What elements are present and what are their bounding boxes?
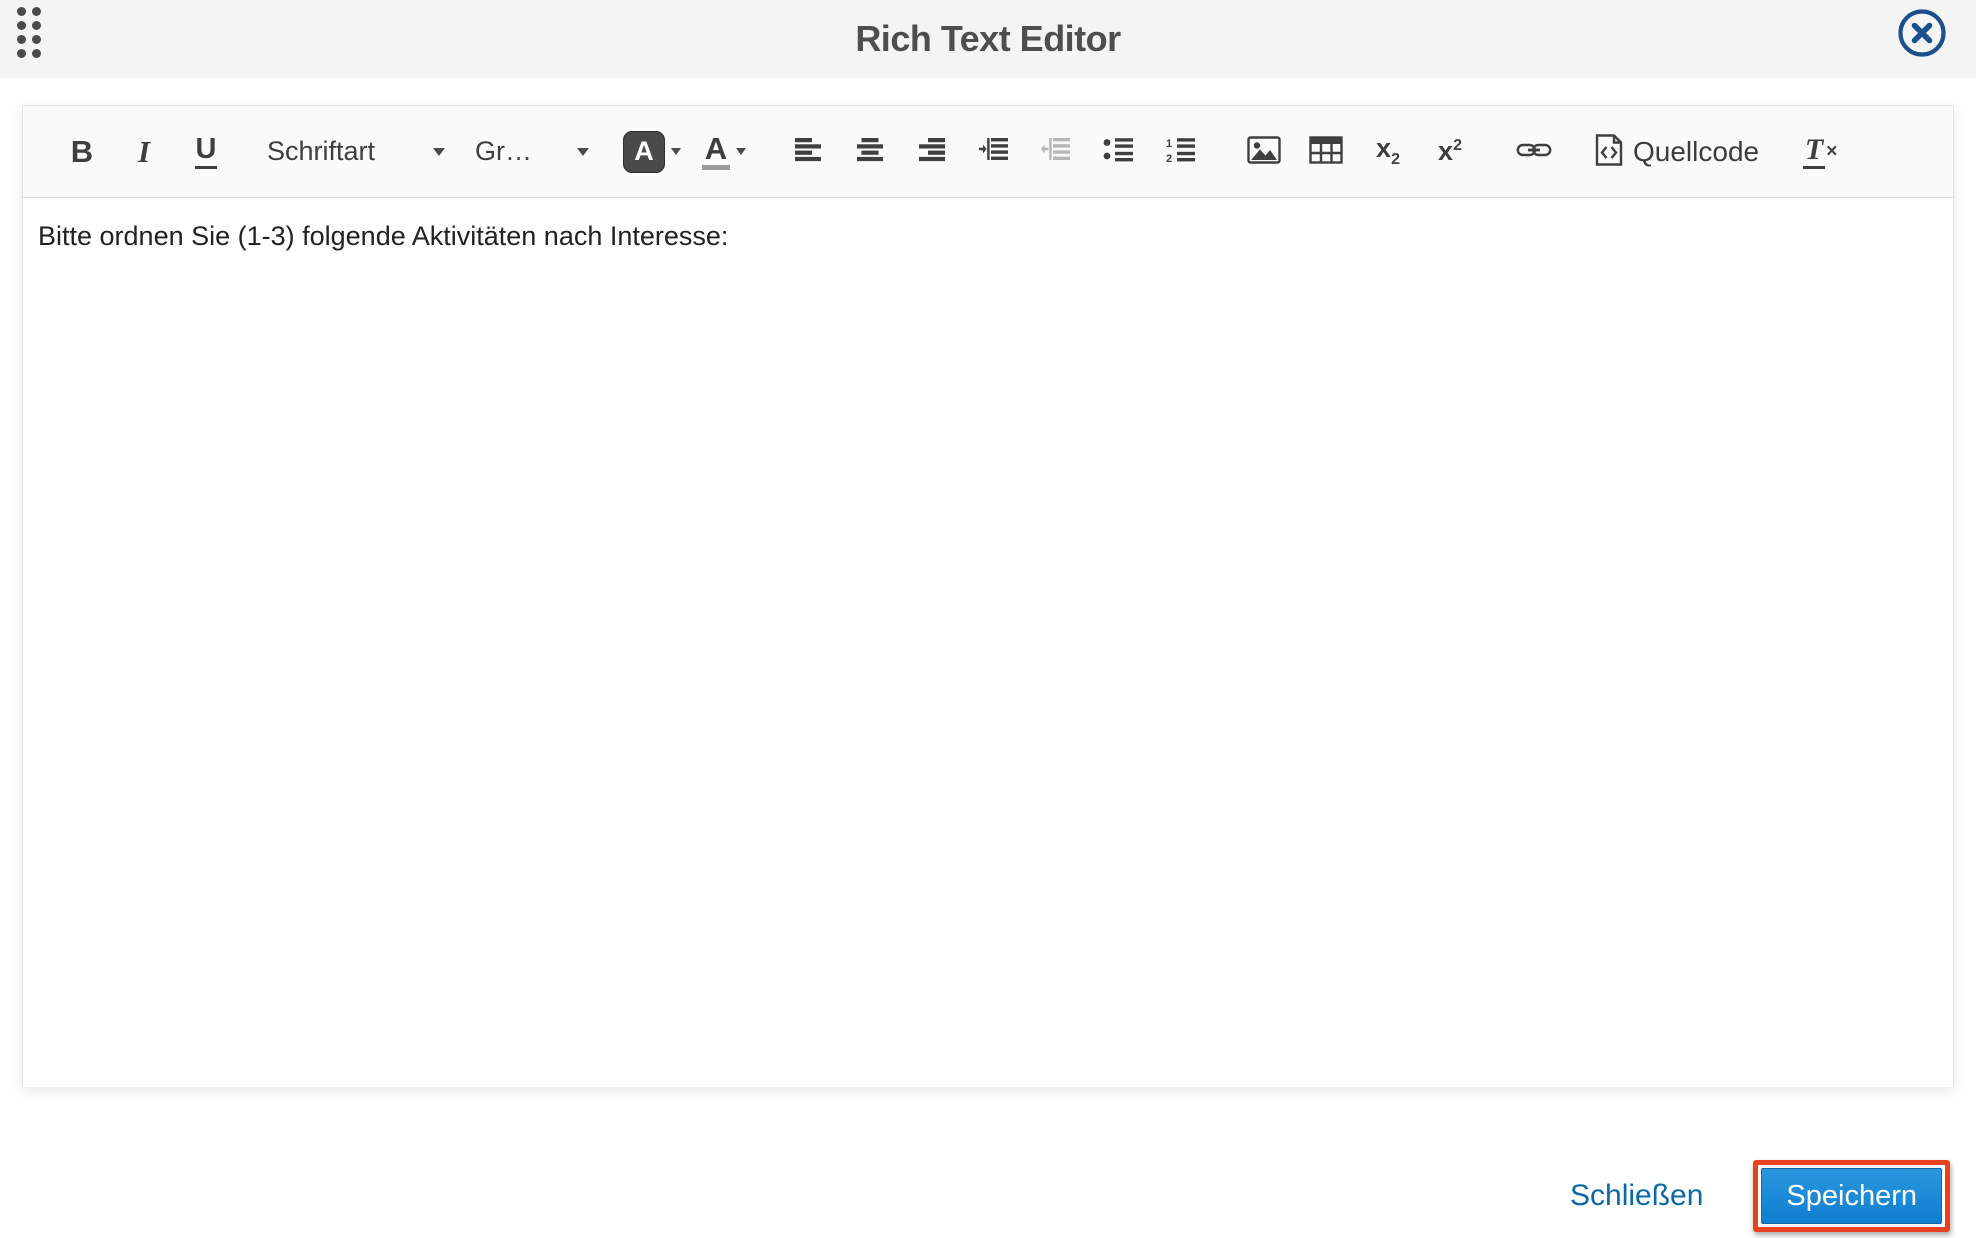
align-left-icon: [794, 137, 822, 166]
svg-text:2: 2: [1166, 153, 1172, 163]
insert-table-button[interactable]: [1303, 124, 1349, 180]
save-button-highlight: Speichern: [1753, 1160, 1950, 1232]
align-center-button[interactable]: [847, 124, 893, 180]
bullet-list-button[interactable]: [1095, 124, 1141, 180]
font-family-dropdown[interactable]: Schriftart: [267, 124, 445, 180]
text-color-icon: A: [701, 133, 731, 170]
editor-content-area[interactable]: Bitte ordnen Sie (1-3) folgende Aktivitä…: [23, 198, 1953, 1087]
italic-icon: I: [137, 133, 151, 169]
chevron-down-icon: [433, 147, 445, 156]
remove-format-icon: T: [1802, 134, 1826, 169]
subscript-button[interactable]: x2: [1365, 124, 1411, 180]
chevron-down-icon: [577, 147, 589, 156]
chevron-down-icon: [671, 148, 681, 155]
align-right-icon: [918, 137, 946, 166]
underline-button[interactable]: U: [183, 124, 229, 180]
save-button[interactable]: Speichern: [1761, 1168, 1942, 1224]
close-link[interactable]: Schließen: [1570, 1179, 1703, 1213]
insert-image-button[interactable]: [1241, 124, 1287, 180]
editor-frame: B I U Schriftart Gr… A A 1 2 x2 x2 Quell…: [22, 105, 1954, 1087]
source-code-label: Quellcode: [1633, 135, 1760, 167]
editor-paragraph: Bitte ordnen Sie (1-3) folgende Aktivitä…: [38, 221, 729, 251]
superscript-icon: x2: [1438, 136, 1462, 166]
close-button[interactable]: [1896, 7, 1948, 59]
font-size-dropdown[interactable]: Gr…: [475, 124, 589, 180]
modal-footer: Schließen Speichern: [1570, 1160, 1950, 1232]
background-color-dropdown[interactable]: A: [623, 124, 681, 180]
superscript-button[interactable]: x2: [1427, 124, 1473, 180]
subscript-icon: x2: [1376, 133, 1400, 168]
numbered-list-button[interactable]: 1 2: [1157, 124, 1203, 180]
bullet-list-icon: [1103, 137, 1133, 166]
remove-format-button[interactable]: T ×: [1797, 124, 1843, 180]
editor-toolbar: B I U Schriftart Gr… A A 1 2 x2 x2 Quell…: [23, 106, 1953, 198]
svg-text:1: 1: [1166, 138, 1172, 150]
font-size-label: Gr…: [475, 136, 532, 166]
underline-icon: U: [194, 134, 218, 169]
font-family-label: Schriftart: [267, 136, 376, 166]
background-color-icon: A: [623, 130, 665, 173]
link-icon: [1516, 140, 1552, 163]
modal-title: Rich Text Editor: [855, 18, 1121, 59]
rich-text-editor-modal: Rich Text Editor B I U Schriftart Gr… A …: [0, 0, 1976, 1238]
modal-header: Rich Text Editor: [0, 0, 1976, 78]
align-right-button[interactable]: [909, 124, 955, 180]
table-icon: [1309, 136, 1343, 167]
numbered-list-icon: 1 2: [1165, 137, 1195, 166]
indent-icon: [979, 137, 1009, 166]
circle-x-icon: [1896, 7, 1948, 59]
outdent-icon: [1041, 137, 1071, 166]
source-code-button[interactable]: Quellcode: [1595, 124, 1759, 180]
text-color-dropdown[interactable]: A: [701, 124, 747, 180]
align-center-icon: [856, 137, 884, 166]
bold-icon: B: [70, 133, 94, 169]
outdent-button: [1033, 124, 1079, 180]
bold-button[interactable]: B: [59, 124, 105, 180]
italic-button[interactable]: I: [121, 124, 167, 180]
image-icon: [1247, 136, 1281, 167]
indent-button[interactable]: [971, 124, 1017, 180]
chevron-down-icon: [736, 148, 747, 155]
link-button[interactable]: [1511, 124, 1557, 180]
align-left-button[interactable]: [785, 124, 831, 180]
source-code-icon: [1595, 134, 1623, 169]
